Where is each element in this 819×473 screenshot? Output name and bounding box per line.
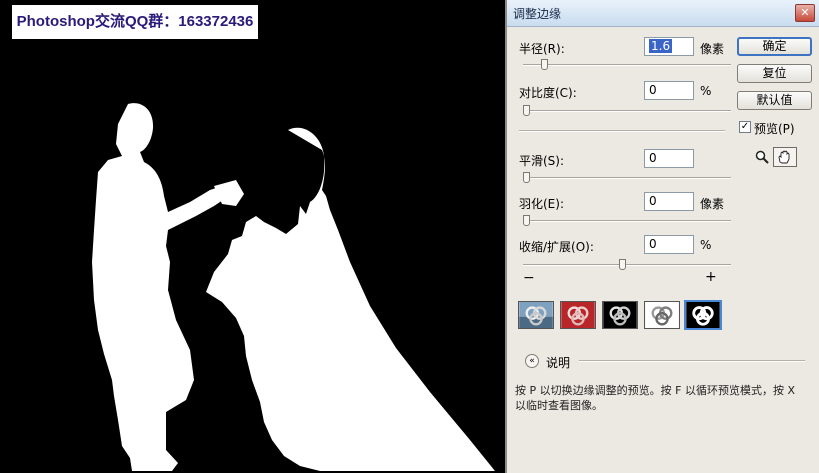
dialog-title: 调整边缘 — [513, 7, 562, 21]
feather-label: 羽化(E): — [519, 197, 564, 211]
slider-plus: + — [705, 269, 717, 285]
contract-expand-input[interactable]: 0 — [644, 235, 694, 254]
radius-slider-thumb[interactable] — [541, 59, 548, 70]
separator — [519, 130, 725, 132]
info-label: 说明 — [546, 356, 571, 370]
contrast-slider-thumb[interactable] — [523, 105, 530, 116]
preview-mode-on-white[interactable] — [644, 301, 680, 329]
title-bar[interactable]: 调整边缘 ✕ — [507, 0, 819, 27]
info-text: 按 P 以切换边缘调整的预览。按 F 以循环预览模式，按 X 以临时查看图像。 — [515, 384, 795, 412]
slider-minus: − — [523, 270, 535, 286]
contrast-unit: % — [700, 84, 712, 98]
close-button[interactable]: ✕ — [795, 4, 815, 22]
contract-expand-slider[interactable] — [523, 259, 731, 270]
preview-label: 预览(P) — [754, 122, 795, 136]
smooth-slider-thumb[interactable] — [523, 172, 530, 183]
contrast-input[interactable]: 0 — [644, 81, 694, 100]
radius-input[interactable]: 1.6 — [644, 37, 694, 56]
preview-mode-standard[interactable] — [518, 301, 554, 329]
ok-button[interactable]: 确定 — [737, 37, 812, 56]
feather-slider[interactable] — [523, 215, 731, 226]
smooth-slider[interactable] — [523, 172, 731, 183]
couple-silhouette — [92, 103, 495, 471]
radius-slider[interactable] — [523, 59, 731, 70]
feather-slider-thumb[interactable] — [523, 215, 530, 226]
refine-edge-dialog: 调整边缘 ✕ 半径(R): 1.6 像素 对比度(C): 0 % 平滑(S): … — [505, 0, 819, 473]
contrast-label: 对比度(C): — [519, 86, 577, 100]
info-toggle-button[interactable]: « — [525, 354, 539, 368]
smooth-label: 平滑(S): — [519, 154, 565, 168]
smooth-input[interactable]: 0 — [644, 149, 694, 168]
radius-value: 1.6 — [649, 39, 673, 53]
default-button[interactable]: 默认值 — [737, 91, 812, 110]
contract-expand-slider-thumb[interactable] — [619, 259, 626, 270]
watermark: Photoshop交流QQ群：163372436 — [12, 5, 258, 39]
info-separator — [579, 360, 805, 362]
canvas-area[interactable]: Photoshop交流QQ群：163372436 — [0, 0, 505, 473]
zoom-icon[interactable] — [755, 150, 769, 164]
contract-expand-label: 收缩/扩展(O): — [519, 240, 594, 254]
contrast-slider[interactable] — [523, 105, 731, 116]
preview-mode-mask[interactable] — [684, 300, 722, 330]
hand-icon[interactable] — [773, 147, 797, 167]
preview-mode-on-black[interactable] — [602, 301, 638, 329]
feather-unit: 像素 — [700, 197, 725, 211]
radius-unit: 像素 — [700, 42, 725, 56]
feather-input[interactable]: 0 — [644, 192, 694, 211]
contract-expand-unit: % — [700, 238, 712, 252]
preview-mode-quick-mask[interactable] — [560, 301, 596, 329]
reset-button[interactable]: 复位 — [737, 64, 812, 83]
preview-checkbox[interactable]: ✓ — [739, 121, 751, 133]
radius-label: 半径(R): — [519, 42, 565, 56]
